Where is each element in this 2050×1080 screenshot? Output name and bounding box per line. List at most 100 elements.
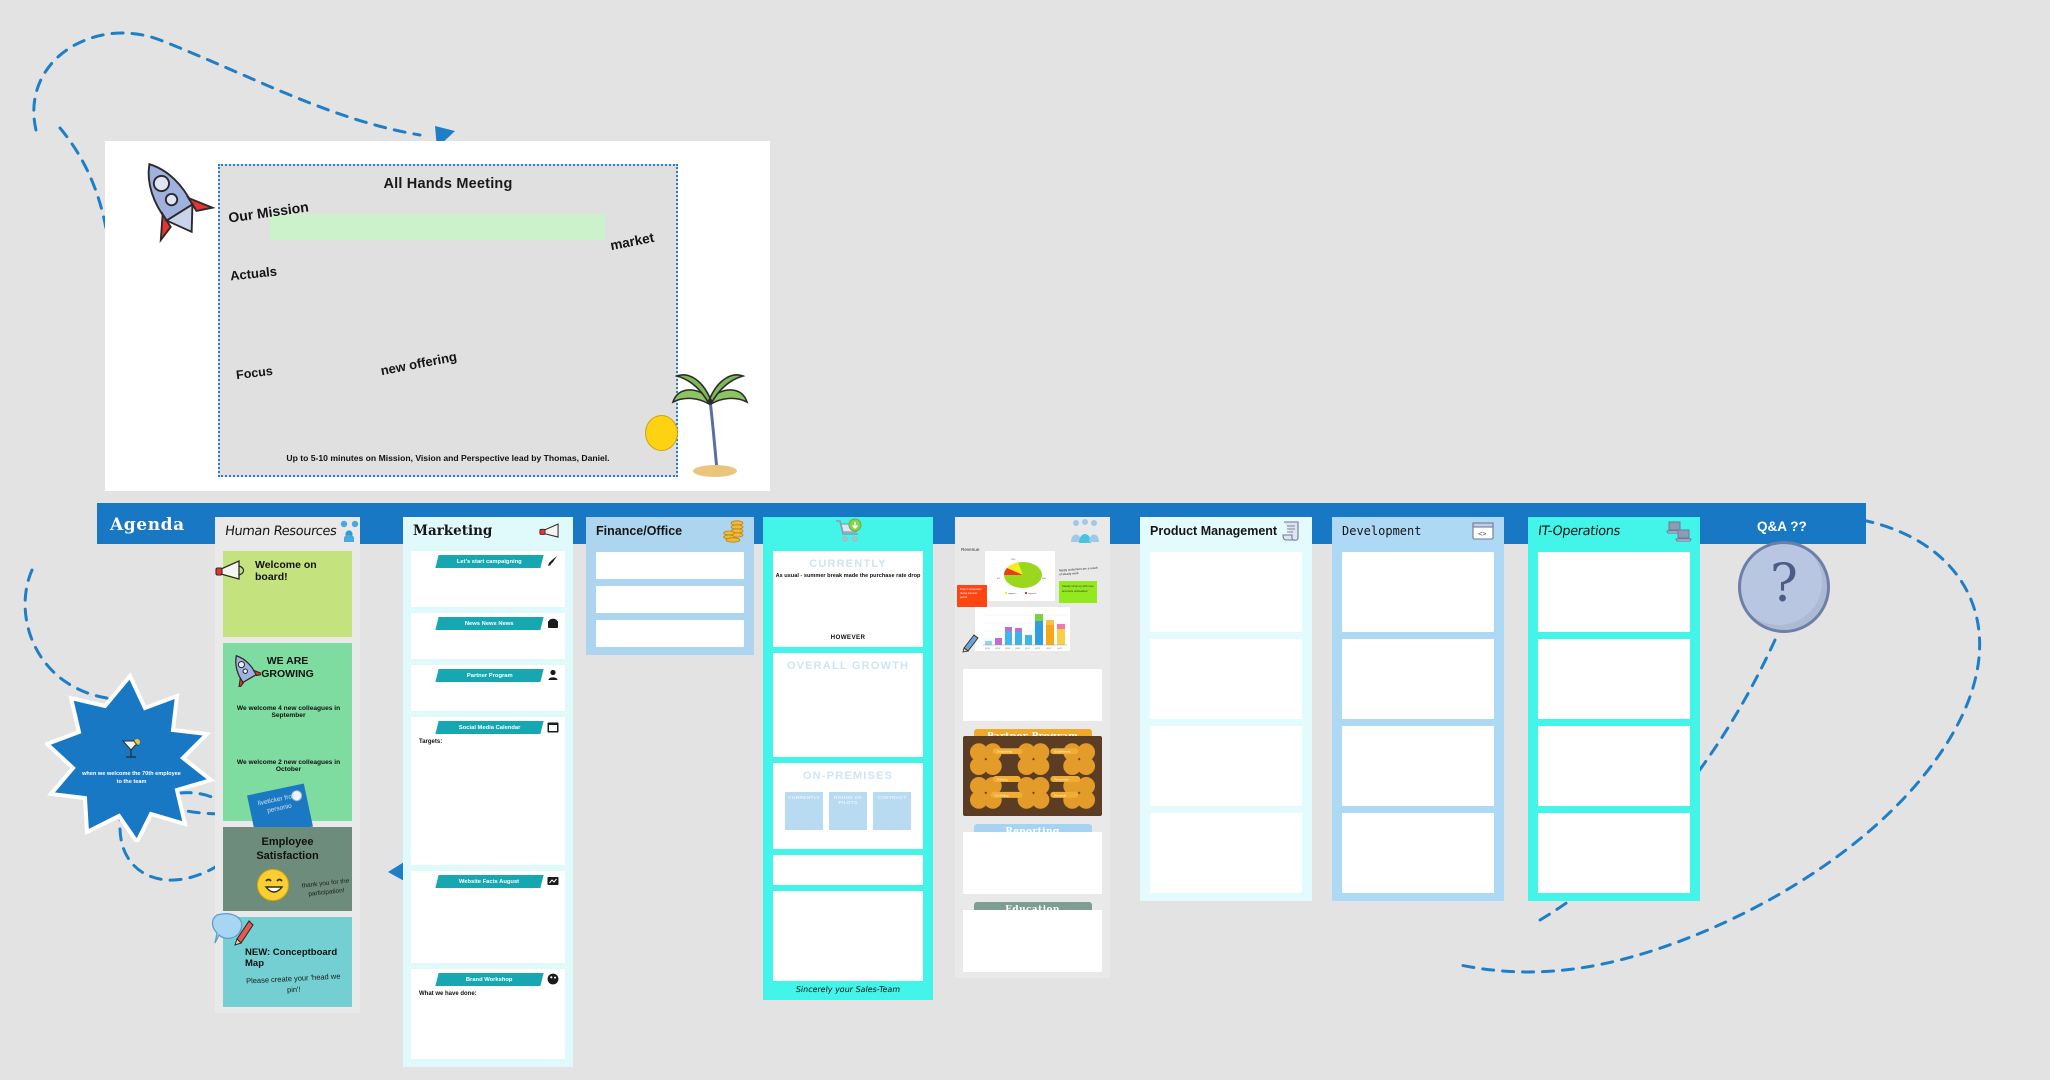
label-actuals: Actuals bbox=[229, 263, 278, 284]
column-human-resources[interactable]: Human Resources Welcome on board! WE ARE… bbox=[211, 517, 360, 1013]
card-social-media-calendar[interactable]: Social Media Calendar Targets: bbox=[411, 717, 565, 865]
card-welcome-on-board[interactable]: Welcome on board! bbox=[215, 551, 352, 637]
stage-box[interactable]: CONTRACT bbox=[873, 792, 911, 830]
card-finance-3[interactable] bbox=[596, 620, 744, 647]
page-title: All Hands Meeting bbox=[383, 176, 513, 192]
partner-program-board[interactable]: Onboarding Training Enablement Resources C… bbox=[963, 736, 1102, 816]
card-dev-1[interactable] bbox=[1342, 552, 1494, 632]
card-news-news-news[interactable]: News News News bbox=[411, 613, 565, 659]
column-title: Development bbox=[1342, 524, 1422, 538]
card-partner-program[interactable]: Partner Program bbox=[411, 665, 565, 711]
card-currently[interactable]: CURRENTLY As usual - summer break made t… bbox=[773, 551, 923, 647]
mission-footnote: Up to 5-10 minutes on Mission, Vision an… bbox=[286, 453, 610, 463]
label-focus: Focus bbox=[235, 363, 274, 383]
chart-icon bbox=[547, 877, 559, 885]
card-sales-5[interactable] bbox=[773, 891, 923, 981]
svg-text:28%: 28% bbox=[1011, 559, 1015, 561]
card-it-1[interactable] bbox=[1538, 552, 1690, 632]
column-title: Finance/Office bbox=[596, 524, 683, 538]
card-sales-4[interactable] bbox=[773, 855, 923, 885]
rocket-icon bbox=[147, 162, 216, 243]
card-consulting-1[interactable] bbox=[963, 669, 1102, 721]
card-finance-2[interactable] bbox=[596, 586, 744, 613]
svg-text:segment a: segment a bbox=[1008, 592, 1016, 595]
column-title: IT-Operations bbox=[1537, 523, 1621, 539]
column-header-product-management: Product Management bbox=[1140, 517, 1312, 545]
card-heading: OVERALL GROWTH bbox=[786, 660, 910, 672]
smiley-icon bbox=[257, 869, 289, 901]
shopping-cart-icon bbox=[836, 518, 862, 542]
column-header-finance-office: Finance/Office bbox=[586, 517, 754, 545]
card-title: NEW: Conceptboard Map bbox=[245, 947, 338, 969]
sales-signature: Sincerely your Sales-Team bbox=[795, 985, 901, 994]
column-finance-office[interactable]: Finance/Office bbox=[586, 517, 754, 655]
card-dev-2[interactable] bbox=[1342, 639, 1494, 719]
card-on-premises[interactable]: ON-PREMISES CURRENTLY ROUND OF PILOTS CO… bbox=[773, 763, 923, 849]
sticky-note-green[interactable]: Steady ramp up with new accounts onboard… bbox=[1059, 581, 1097, 603]
card-finance-1[interactable] bbox=[596, 552, 744, 579]
card-we-are-growing[interactable]: WE ARE GROWING We welcome 4 new colleague… bbox=[223, 643, 352, 839]
column-marketing[interactable]: Marketing Let's start campaigning News N… bbox=[403, 517, 573, 1067]
scroll-icon bbox=[1282, 521, 1299, 541]
qa-question-badge[interactable]: ? bbox=[1738, 541, 1830, 633]
card-education[interactable] bbox=[963, 910, 1102, 972]
stage-box[interactable]: ROUND OF PILOTS bbox=[829, 792, 867, 830]
cocktail-icon bbox=[121, 739, 141, 758]
column-title: Human Resources bbox=[224, 523, 338, 539]
svg-text:<>: <> bbox=[1478, 530, 1486, 538]
card-pm-2[interactable] bbox=[1150, 639, 1302, 719]
card-ribbon: Website Facts August bbox=[435, 875, 544, 888]
svg-text:64%: 64% bbox=[1042, 578, 1046, 580]
column-it-operations[interactable]: IT-Operations bbox=[1528, 517, 1700, 901]
card-website-facts-august[interactable]: Website Facts August bbox=[411, 871, 565, 963]
chart-label: Revenue bbox=[961, 547, 980, 552]
card-brand-workshop[interactable]: Brand Workshop What we have done: bbox=[411, 969, 565, 1059]
column-development[interactable]: Development <> bbox=[1332, 517, 1504, 901]
stage-box[interactable]: CURRENTLY bbox=[785, 792, 823, 830]
card-employee-satisfaction[interactable]: Employee Satisfaction thank you for the p… bbox=[223, 827, 352, 911]
sticky-note-red[interactable]: Drop in conversion during summer period bbox=[957, 585, 987, 607]
svg-text:Training: Training bbox=[997, 777, 1008, 781]
column-header-sales bbox=[763, 517, 933, 545]
card-ribbon: Let's start campaigning bbox=[435, 555, 544, 568]
card-overall-growth[interactable]: OVERALL GROWTH bbox=[773, 653, 923, 757]
label-new-offering: new offering bbox=[379, 348, 459, 379]
svg-text:Renewal: Renewal bbox=[1054, 793, 1066, 797]
card-footer: HOWEVER bbox=[830, 634, 866, 641]
card-lets-start-campaigning[interactable]: Let's start campaigning bbox=[411, 551, 565, 607]
card-pm-4[interactable] bbox=[1150, 813, 1302, 893]
card-it-3[interactable] bbox=[1538, 726, 1690, 806]
card-ribbon: Brand Workshop bbox=[435, 973, 544, 986]
svg-text:Q4/21: Q4/21 bbox=[1057, 648, 1062, 650]
svg-text:Co-Selling: Co-Selling bbox=[995, 793, 1009, 797]
mission-frame: All Hands Meeting Our Mission Actuals Fo… bbox=[218, 164, 678, 477]
card-heading: CURRENTLY bbox=[809, 558, 887, 570]
svg-text:Q4/20: Q4/20 bbox=[1015, 648, 1020, 650]
column-header-development: Development <> bbox=[1332, 517, 1504, 545]
column-product-management[interactable]: Product Management bbox=[1140, 517, 1312, 901]
card-pm-1[interactable] bbox=[1150, 552, 1302, 632]
clock-icon bbox=[290, 789, 304, 803]
column-title: Marketing bbox=[413, 523, 493, 539]
card-it-4[interactable] bbox=[1538, 813, 1690, 893]
card-dev-3[interactable] bbox=[1342, 726, 1494, 806]
growing-line-2: We welcome 2 new colleagues in October bbox=[236, 759, 341, 773]
card-dev-4[interactable] bbox=[1342, 813, 1494, 893]
card-heading: ON-PREMISES bbox=[802, 770, 894, 782]
column-header-consulting bbox=[955, 517, 1110, 545]
svg-text:8%: 8% bbox=[997, 578, 1000, 580]
card-it-2[interactable] bbox=[1538, 639, 1690, 719]
svg-text:Q2/20: Q2/20 bbox=[995, 648, 1000, 650]
card-reporting[interactable] bbox=[963, 832, 1102, 894]
card-note: What we have done: bbox=[419, 991, 477, 997]
card-ribbon: Partner Program bbox=[435, 669, 544, 682]
svg-text:Q3/21: Q3/21 bbox=[1046, 648, 1051, 650]
card-revenue-charts[interactable]: Revenue 28% 8% 64% segment a segment b Drop… bbox=[955, 545, 1110, 665]
column-header-human-resources: Human Resources bbox=[215, 517, 360, 545]
card-title: WE ARE GROWING bbox=[261, 655, 314, 680]
column-sales[interactable]: CURRENTLY As usual - summer break made t… bbox=[763, 517, 933, 1000]
card-title: Employee Satisfaction bbox=[256, 836, 319, 862]
column-consulting[interactable]: Revenue 28% 8% 64% segment a segment b Drop… bbox=[955, 517, 1110, 978]
card-pm-3[interactable] bbox=[1150, 726, 1302, 806]
card-conceptboard-map[interactable]: NEW: Conceptboard Map Please create your… bbox=[211, 913, 352, 1007]
